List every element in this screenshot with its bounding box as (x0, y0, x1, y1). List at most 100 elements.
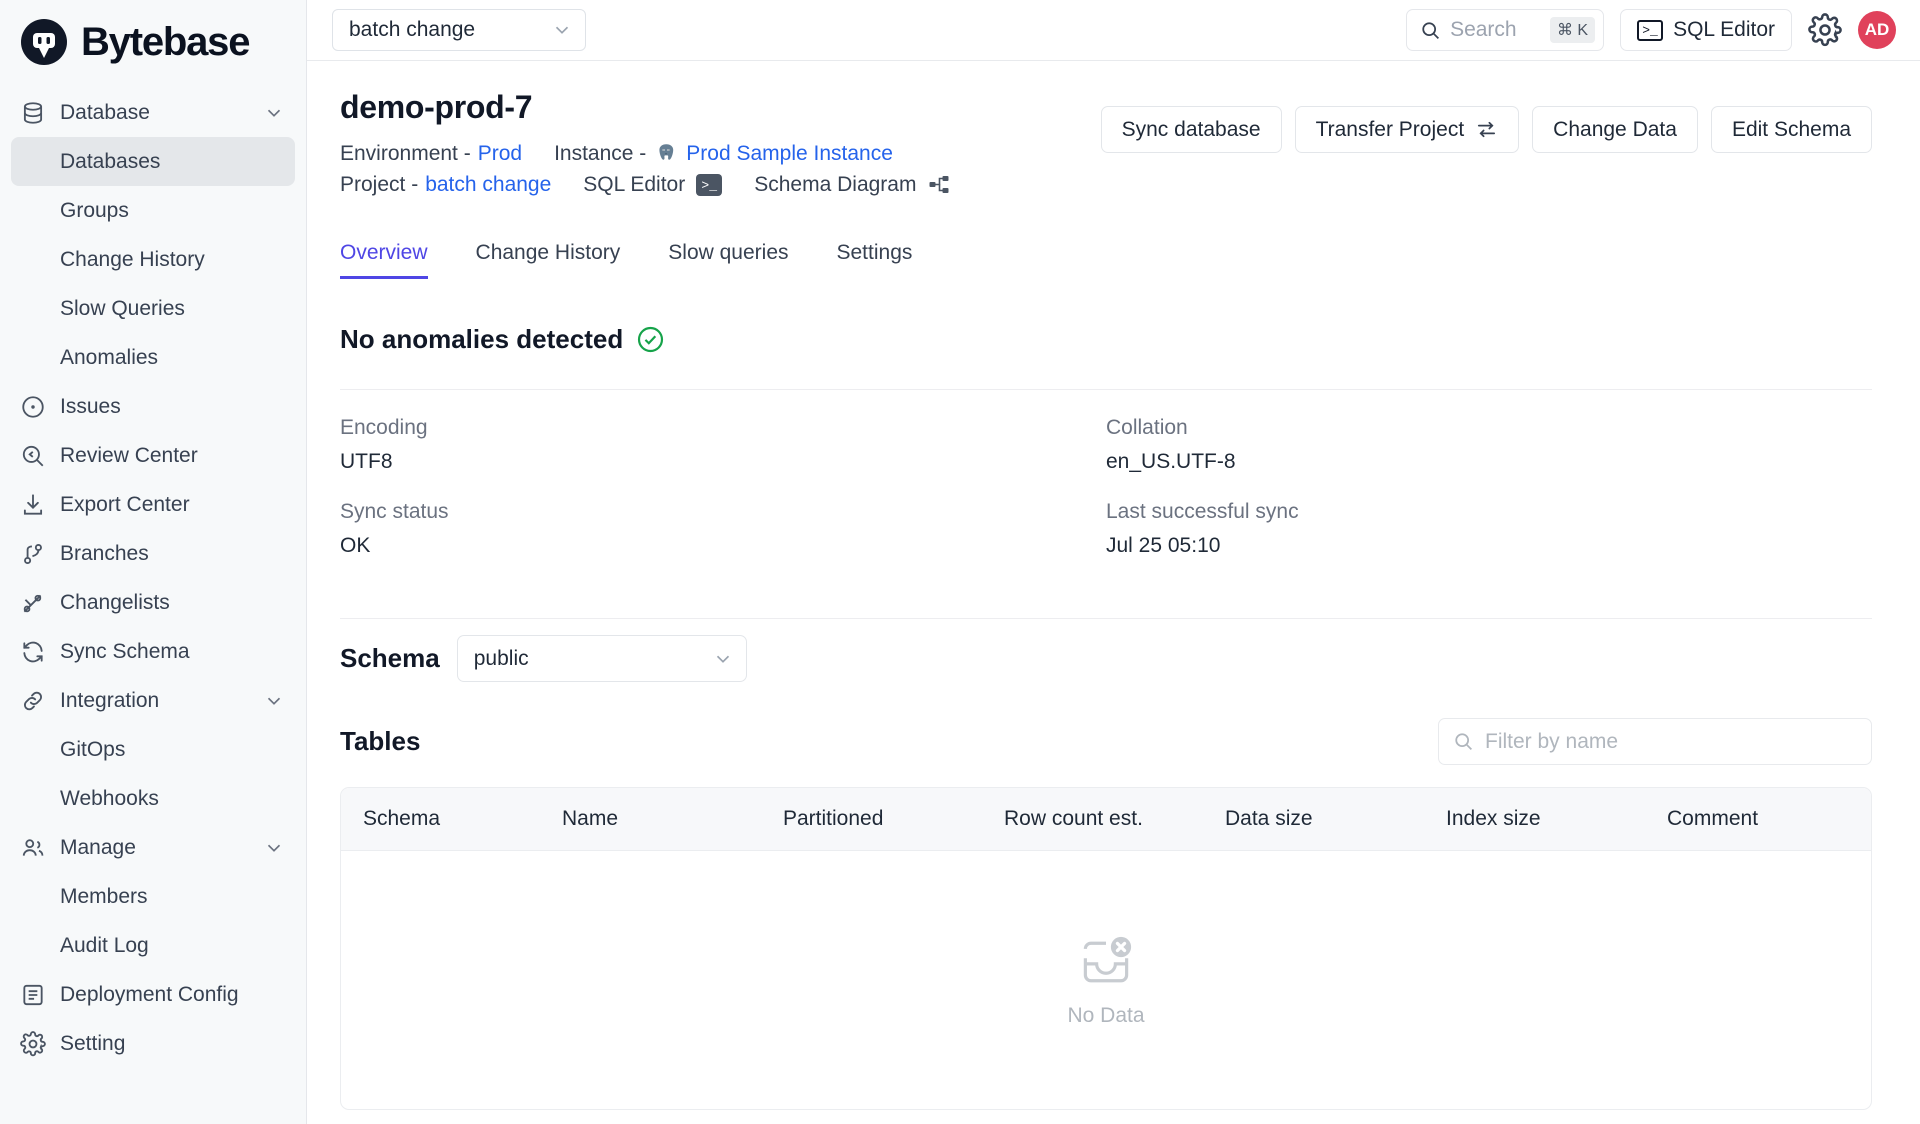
sidebar-item-label: Setting (60, 1031, 126, 1055)
search-shortcut: ⌘ K (1549, 17, 1596, 43)
sidebar-item-label: Issues (60, 394, 121, 418)
tab-settings[interactable]: Settings (837, 241, 913, 279)
sidebar-item-databases[interactable]: Databases (11, 137, 295, 186)
bytebase-logo-icon (20, 18, 68, 66)
search-input[interactable]: Search ⌘ K (1406, 9, 1605, 51)
sidebar-item-issues[interactable]: Issues (11, 382, 295, 431)
sidebar-item-label: Databases (60, 149, 161, 173)
column-header-schema[interactable]: Schema (341, 788, 562, 851)
section-divider (340, 389, 1872, 390)
terminal-icon[interactable]: >_ (696, 174, 723, 196)
meta-row-project-tools: Project - batch change SQL Editor >_ Sch… (340, 173, 1101, 197)
terminal-icon: >_ (1637, 19, 1664, 41)
column-header-row-count-est[interactable]: Row count est. (1004, 788, 1225, 851)
info-label: Last successful sync (1106, 500, 1299, 523)
edit-schema-button[interactable]: Edit Schema (1710, 106, 1872, 153)
search-icon (1453, 731, 1474, 752)
sidebar-item-label: Slow Queries (60, 296, 185, 320)
sidebar-group-manage[interactable]: Manage (11, 823, 295, 872)
branch-icon (20, 541, 46, 567)
sidebar-item-audit-log[interactable]: Audit Log (11, 921, 295, 970)
sidebar-item-groups[interactable]: Groups (11, 186, 295, 235)
sidebar-item-branches[interactable]: Branches (11, 529, 295, 578)
table-filter-box[interactable] (1438, 718, 1872, 765)
column-header-comment[interactable]: Comment (1667, 788, 1871, 851)
sidebar-item-changelists[interactable]: Changelists (11, 578, 295, 627)
topbar: batch change Search ⌘ K >_ SQL Editor AD (307, 0, 1920, 61)
schema-diagram-link-label[interactable]: Schema Diagram (754, 173, 916, 197)
info-value: OK (340, 534, 371, 557)
sidebar-nav: Database Databases Groups Change History… (0, 84, 306, 1124)
sync-database-button[interactable]: Sync database (1100, 106, 1282, 153)
schema-diagram-icon[interactable] (927, 173, 951, 197)
table-empty-cell: No Data (341, 851, 1871, 1109)
changelists-pencil-icon (20, 590, 46, 616)
export-download-icon (20, 492, 46, 518)
page-meta: Environment - Prod Instance - Prod Sampl… (340, 142, 1101, 197)
chevron-down-icon (263, 690, 285, 712)
sidebar-item-slow-queries[interactable]: Slow Queries (11, 284, 295, 333)
sidebar-item-change-history[interactable]: Change History (11, 235, 295, 284)
database-icon (20, 100, 46, 126)
environment-label: Environment - (340, 142, 471, 165)
sql-editor-link-label[interactable]: SQL Editor (583, 173, 685, 197)
chevron-down-icon (712, 648, 734, 670)
column-header-index-size[interactable]: Index size (1446, 788, 1667, 851)
sidebar-item-setting[interactable]: Setting (11, 1019, 295, 1068)
project-selector[interactable]: batch change (332, 9, 586, 51)
sidebar-item-label: Manage (60, 835, 136, 859)
content: demo-prod-7 Environment - Prod Instance … (307, 61, 1920, 1124)
sidebar-item-members[interactable]: Members (11, 872, 295, 921)
table-filter-input[interactable] (1485, 729, 1857, 754)
sidebar-item-gitops[interactable]: GitOps (11, 725, 295, 774)
sidebar-group-database[interactable]: Database (11, 88, 295, 137)
settings-gear-icon[interactable] (1808, 13, 1842, 47)
document-list-icon (20, 982, 46, 1008)
sidebar-item-label: Deployment Config (60, 982, 239, 1006)
schema-select[interactable]: public (456, 635, 747, 682)
sidebar-group-integration[interactable]: Integration (11, 676, 295, 725)
section-divider-2 (340, 618, 1872, 619)
schema-select-value: public (473, 646, 529, 670)
sidebar-item-anomalies[interactable]: Anomalies (11, 333, 295, 382)
column-header-data-size[interactable]: Data size (1225, 788, 1446, 851)
sidebar-item-label: Integration (60, 688, 160, 712)
sidebar-item-label: Sync Schema (60, 639, 190, 663)
project-value-link[interactable]: batch change (425, 173, 551, 197)
brand[interactable]: Bytebase (0, 0, 306, 84)
table-empty-row: No Data (341, 851, 1871, 1109)
tab-slow-queries[interactable]: Slow queries (668, 241, 788, 279)
edit-schema-label: Edit Schema (1731, 117, 1851, 141)
info-label: Sync status (340, 500, 449, 523)
anomaly-status-text: No anomalies detected (340, 324, 624, 354)
database-info-grid: Encoding UTF8 Collation en_US.UTF-8 Sync… (340, 416, 1872, 584)
sql-editor-button[interactable]: >_ SQL Editor (1620, 9, 1792, 51)
avatar[interactable]: AD (1858, 11, 1896, 49)
users-icon (20, 835, 46, 861)
transfer-project-button[interactable]: Transfer Project (1294, 106, 1520, 153)
chevron-down-icon (263, 102, 285, 124)
info-collation: Collation en_US.UTF-8 (1106, 416, 1872, 500)
search-icon (1420, 20, 1441, 41)
column-header-partitioned[interactable]: Partitioned (783, 788, 1004, 851)
change-data-button[interactable]: Change Data (1532, 106, 1698, 153)
sidebar-item-webhooks[interactable]: Webhooks (11, 774, 295, 823)
page-title: demo-prod-7 (340, 89, 533, 125)
issues-circle-dot-icon (20, 394, 46, 420)
sidebar-item-export-center[interactable]: Export Center (11, 480, 295, 529)
sidebar-item-review-center[interactable]: Review Center (11, 431, 295, 480)
tables-table-head: Schema Name Partitioned Row count est. D… (341, 788, 1871, 851)
column-header-name[interactable]: Name (562, 788, 783, 851)
sidebar-item-sync-schema[interactable]: Sync Schema (11, 627, 295, 676)
sync-refresh-icon (20, 639, 46, 665)
sidebar-item-deployment-config[interactable]: Deployment Config (11, 970, 295, 1019)
environment-value-link[interactable]: Prod (478, 142, 522, 166)
sidebar-item-label: Webhooks (60, 786, 159, 810)
tables-table-wrapper: Schema Name Partitioned Row count est. D… (340, 787, 1872, 1110)
meta-row-environment-instance: Environment - Prod Instance - Prod Sampl… (340, 142, 1101, 166)
app-root: Bytebase Database Databases Groups Chang… (0, 0, 1920, 1124)
tab-overview[interactable]: Overview (340, 241, 428, 279)
tab-change-history[interactable]: Change History (476, 241, 621, 279)
instance-value-link[interactable]: Prod Sample Instance (686, 142, 893, 166)
page-header: demo-prod-7 Environment - Prod Instance … (340, 89, 1872, 204)
